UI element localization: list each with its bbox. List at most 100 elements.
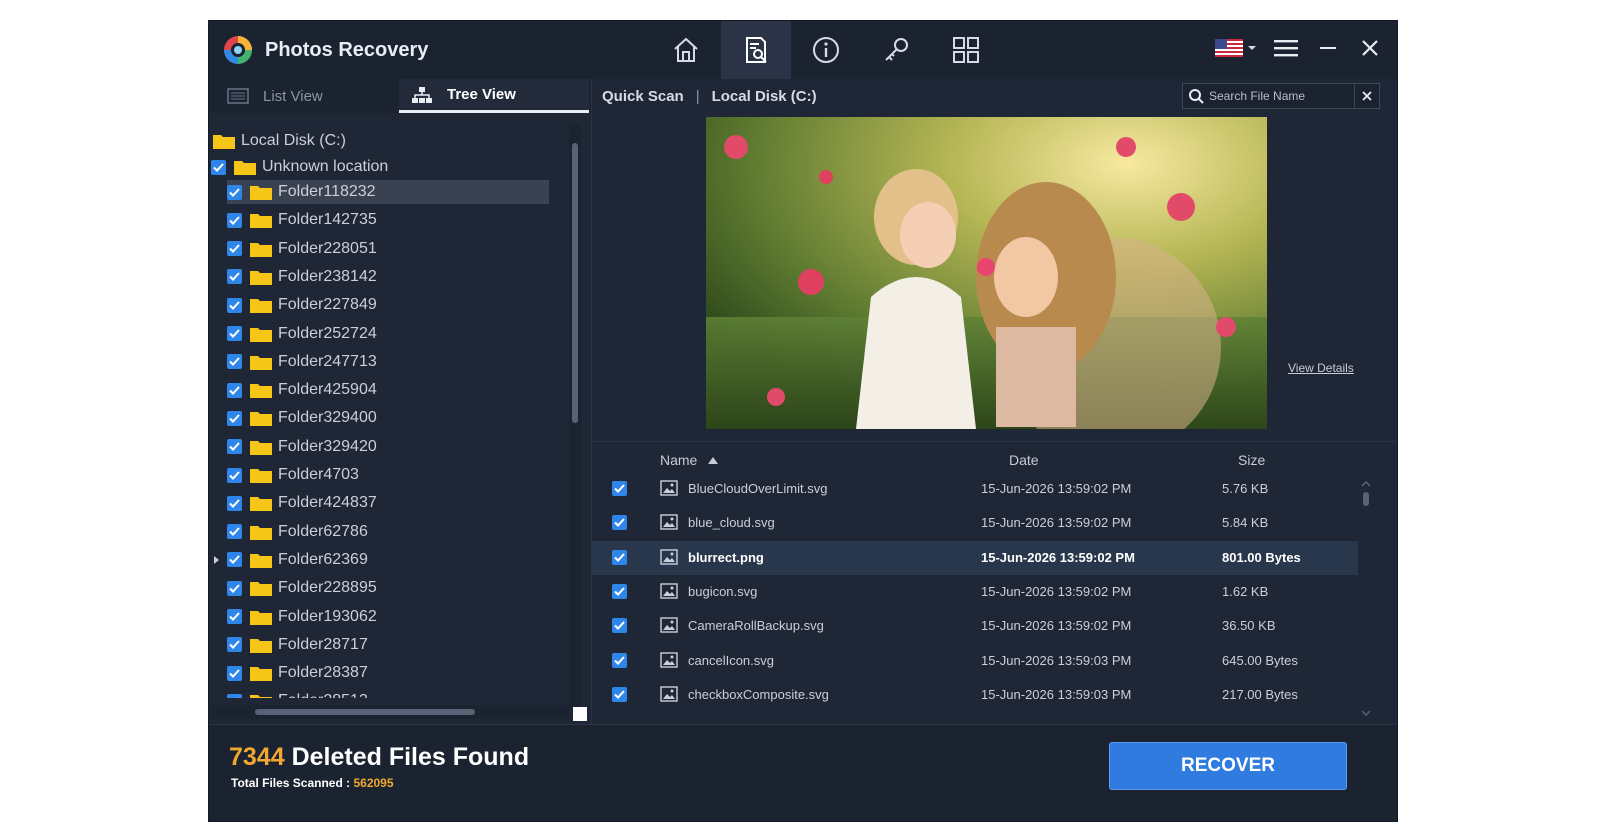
check-icon bbox=[229, 442, 240, 452]
checkbox[interactable] bbox=[227, 693, 242, 698]
row-checkbox[interactable] bbox=[612, 515, 627, 531]
row-checkbox[interactable] bbox=[612, 652, 627, 668]
recover-button[interactable]: RECOVER bbox=[1109, 742, 1347, 790]
tree-folder-item[interactable]: Folder228895 bbox=[227, 576, 377, 600]
minimize-button[interactable] bbox=[1315, 35, 1341, 61]
column-name[interactable]: Name bbox=[660, 452, 719, 468]
language-selector[interactable] bbox=[1215, 39, 1257, 57]
tree-folder-label: Folder4703 bbox=[278, 466, 359, 483]
nav-key[interactable] bbox=[861, 21, 931, 79]
tree-folder-label: Folder62369 bbox=[278, 550, 368, 568]
scroll-thumb[interactable] bbox=[572, 143, 578, 423]
tree-folder-item[interactable]: Folder424837 bbox=[227, 491, 377, 515]
tree-folder-item[interactable]: Folder118232 bbox=[227, 180, 549, 204]
search-clear-button[interactable] bbox=[1354, 84, 1379, 108]
table-row[interactable]: blurrect.png 15-Jun-2026 13:59:02 PM 801.0… bbox=[592, 540, 1358, 575]
checkbox[interactable] bbox=[227, 524, 242, 540]
tree-folder-item[interactable]: Folder4703 bbox=[227, 463, 359, 487]
tree-folder-item[interactable]: Folder425904 bbox=[227, 378, 377, 402]
deleted-files-count: 7344 bbox=[229, 743, 285, 771]
check-icon bbox=[614, 484, 625, 493]
tree-unknown-location[interactable]: Unknown location bbox=[211, 155, 388, 179]
tree-folder-item[interactable]: Folder62786 bbox=[227, 520, 368, 544]
checkbox[interactable] bbox=[227, 665, 242, 681]
tab-tree-view[interactable]: Tree View bbox=[399, 79, 589, 113]
checkbox[interactable] bbox=[227, 382, 242, 398]
tree-folder-item[interactable]: Folder28387 bbox=[227, 661, 368, 685]
tree-folder-item[interactable]: Folder62369 bbox=[214, 548, 368, 572]
tab-list-view[interactable]: List View bbox=[227, 79, 397, 113]
tree-folder-item[interactable]: Folder193062 bbox=[227, 605, 377, 629]
checkbox[interactable] bbox=[227, 354, 242, 370]
minimize-icon bbox=[1320, 47, 1336, 49]
expand-arrow-icon[interactable] bbox=[213, 555, 221, 565]
breadcrumb-location[interactable]: Local Disk (C:) bbox=[712, 88, 817, 105]
breadcrumb-scan[interactable]: Quick Scan bbox=[602, 88, 684, 105]
table-row[interactable]: blue_cloud.svg 15-Jun-2026 13:59:02 PM 5.8… bbox=[592, 506, 1358, 540]
nav-home[interactable] bbox=[651, 21, 721, 79]
table-row[interactable]: bugicon.svg 15-Jun-2026 13:59:02 PM 1.62 K… bbox=[592, 575, 1358, 609]
sort-ascending-icon bbox=[708, 457, 719, 464]
scroll-up-icon[interactable] bbox=[1360, 479, 1372, 489]
menu-button[interactable] bbox=[1273, 35, 1299, 61]
row-checkbox[interactable] bbox=[612, 686, 627, 702]
table-row[interactable]: CameraRollBackup.svg 15-Jun-2026 13:59:02… bbox=[592, 609, 1358, 643]
checkbox[interactable] bbox=[227, 552, 242, 568]
checkbox[interactable] bbox=[227, 269, 242, 285]
row-checkbox[interactable] bbox=[612, 583, 627, 599]
file-date: 15-Jun-2026 13:59:02 PM bbox=[981, 583, 1132, 599]
checkbox[interactable] bbox=[227, 184, 242, 200]
tree-folder-item[interactable]: Folder329420 bbox=[227, 435, 377, 459]
tree-folder-item[interactable]: Folder228051 bbox=[227, 237, 377, 261]
checkbox[interactable] bbox=[227, 580, 242, 596]
scroll-thumb[interactable] bbox=[1363, 492, 1369, 506]
table-row[interactable]: checkboxComposite.svg 15-Jun-2026 13:59:0… bbox=[592, 678, 1358, 712]
checkbox[interactable] bbox=[227, 241, 242, 257]
scroll-down-icon[interactable] bbox=[1360, 708, 1372, 718]
column-date[interactable]: Date bbox=[1009, 452, 1039, 468]
checkbox[interactable] bbox=[227, 212, 242, 228]
image-file-icon bbox=[660, 617, 678, 633]
row-checkbox[interactable] bbox=[612, 549, 627, 565]
tree-horizontal-scrollbar[interactable] bbox=[209, 705, 569, 719]
checkbox[interactable] bbox=[227, 297, 242, 313]
nav-info[interactable] bbox=[791, 21, 861, 79]
tree-folder-item[interactable]: Folder252724 bbox=[227, 322, 377, 346]
file-name: blue_cloud.svg bbox=[688, 515, 775, 531]
view-details-link[interactable]: View Details bbox=[1288, 361, 1354, 375]
check-icon bbox=[229, 612, 240, 621]
tree-folder-item[interactable]: Folder28717 bbox=[227, 633, 368, 657]
tree-root[interactable]: Local Disk (C:) bbox=[213, 129, 346, 153]
checkbox[interactable] bbox=[227, 439, 242, 455]
checkbox[interactable] bbox=[227, 467, 242, 483]
nav-grid[interactable] bbox=[931, 21, 1001, 79]
column-size[interactable]: Size bbox=[1238, 452, 1265, 468]
tree-folder-item[interactable]: Folder142735 bbox=[227, 208, 377, 232]
checkbox[interactable] bbox=[227, 326, 242, 341]
view-tabs: List View Tree View bbox=[209, 79, 591, 113]
close-button[interactable] bbox=[1357, 35, 1383, 61]
tree-folder-label: Folder238142 bbox=[278, 267, 377, 285]
tree-folder-item[interactable]: Folder238142 bbox=[227, 265, 377, 289]
checkbox[interactable] bbox=[211, 159, 226, 175]
tree-folder-item[interactable]: Folder227849 bbox=[227, 293, 377, 317]
check-icon bbox=[614, 621, 625, 631]
tree-folder-item[interactable]: Folder247713 bbox=[227, 350, 377, 374]
checkbox[interactable] bbox=[227, 495, 242, 511]
table-scrollbar[interactable] bbox=[1360, 476, 1372, 718]
table-row[interactable]: BlueCloudOverLimit.svg 15-Jun-2026 13:59:… bbox=[592, 472, 1358, 506]
nav-scan[interactable] bbox=[721, 21, 791, 79]
search-input[interactable] bbox=[1209, 89, 1349, 103]
tree-folder-item[interactable]: Folder28513 bbox=[227, 689, 368, 698]
file-size: 801.00 Bytes bbox=[1222, 549, 1301, 565]
row-checkbox[interactable] bbox=[612, 481, 627, 496]
checkbox[interactable] bbox=[227, 410, 242, 426]
row-checkbox[interactable] bbox=[612, 618, 627, 634]
table-row[interactable]: cancelIcon.svg 15-Jun-2026 13:59:03 PM 645… bbox=[592, 644, 1358, 678]
checkbox[interactable] bbox=[227, 609, 242, 624]
checkbox[interactable] bbox=[227, 637, 242, 653]
tree-vertical-scrollbar[interactable] bbox=[569, 125, 581, 708]
folder-icon bbox=[250, 469, 272, 483]
scroll-thumb[interactable] bbox=[255, 709, 475, 715]
tree-folder-item[interactable]: Folder329400 bbox=[227, 406, 377, 430]
